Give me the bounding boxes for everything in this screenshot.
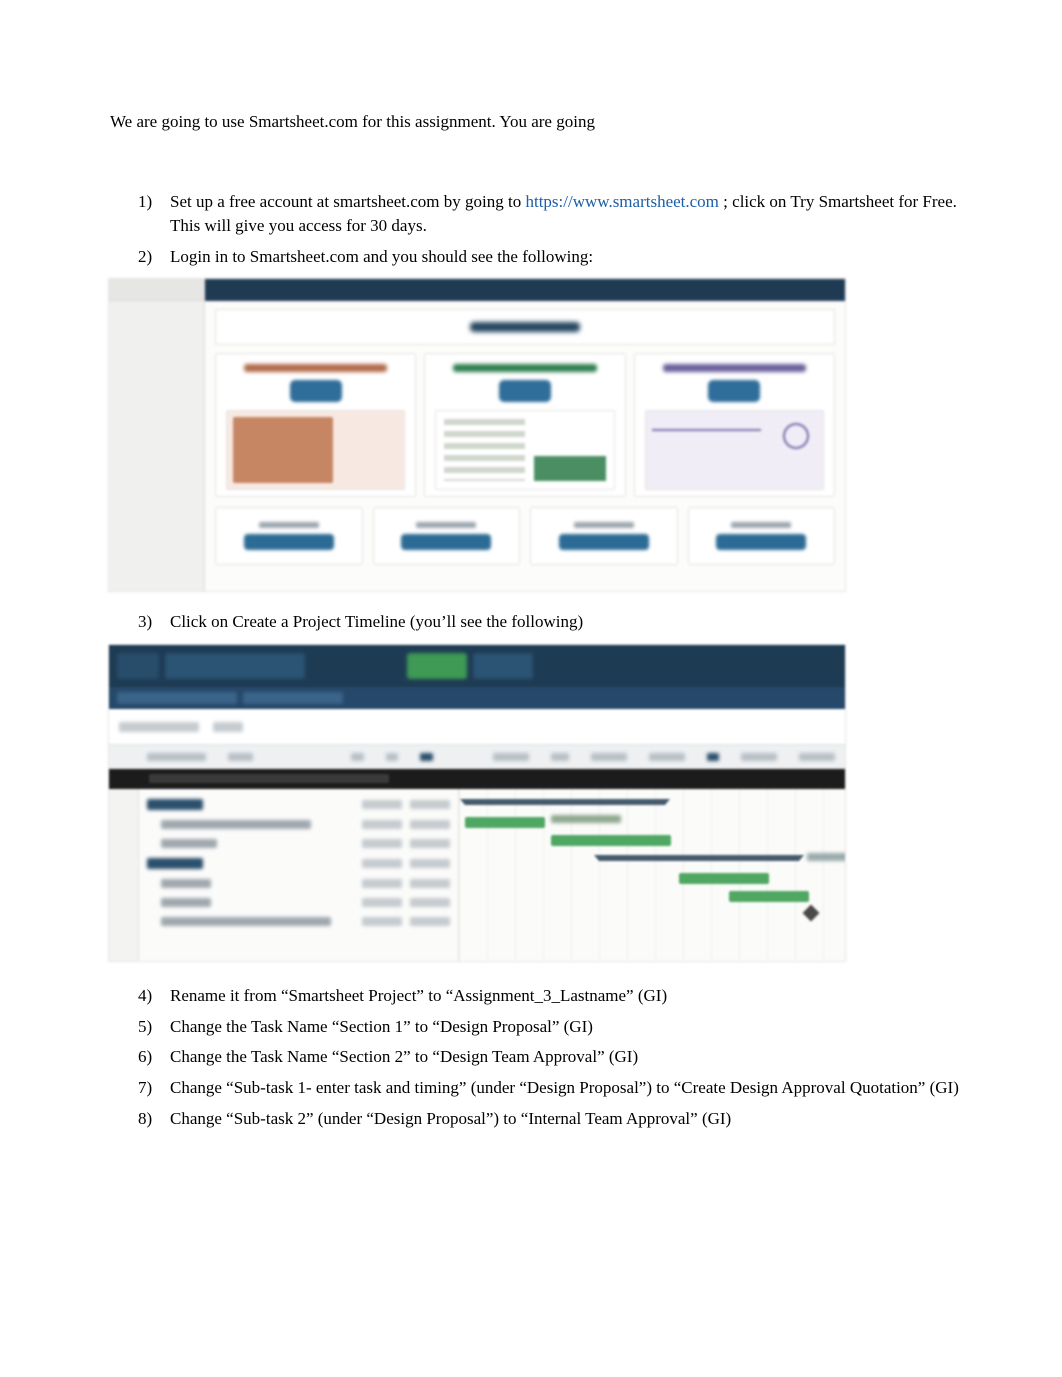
screenshot-sub-bar [109,687,845,709]
item-text: Change “Sub-task 1- enter task and timin… [170,1078,959,1097]
bottom-card [215,507,363,565]
screenshot-title-strip [109,769,845,789]
item-text: Change the Task Name “Section 1” to “Des… [170,1017,593,1036]
screenshot-smartsheet-home [108,278,846,592]
instruction-item-3: 3) Click on Create a Project Timeline (y… [144,610,962,635]
screenshot-tab-bar [109,645,845,687]
welcome-banner [215,309,835,345]
intro-paragraph: We are going to use Smartsheet.com for t… [110,110,962,135]
item-number: 7) [138,1076,152,1101]
instruction-item-7: 7) Change “Sub-task 1- enter task and ti… [144,1076,962,1101]
bottom-card [373,507,521,565]
screenshot-project-timeline [108,644,846,962]
item-number: 1) [138,190,152,215]
instruction-item-2: 2) Login in to Smartsheet.com and you sh… [144,245,962,270]
item-number: 4) [138,984,152,1009]
instruction-list: 1) Set up a free account at smartsheet.c… [110,190,962,270]
item-number: 8) [138,1107,152,1132]
bottom-card [530,507,678,565]
instruction-item-1: 1) Set up a free account at smartsheet.c… [144,190,962,239]
item-number: 2) [138,245,152,270]
screenshot-top-bar [205,279,845,301]
row-number-gutter [109,789,139,961]
bottom-card [688,507,836,565]
item-number: 3) [138,610,152,635]
smartsheet-link[interactable]: https://www.smartsheet.com [525,192,718,211]
template-card-3 [634,353,835,497]
screenshot-toolbar [109,709,845,745]
screenshot-column-header [109,745,845,769]
item-text: Change “Sub-task 2” (under “Design Propo… [170,1109,731,1128]
instruction-list-continued-2: 4) Rename it from “Smartsheet Project” t… [110,984,962,1131]
template-card-1 [215,353,416,497]
item-text: Rename it from “Smartsheet Project” to “… [170,986,667,1005]
item-text: Click on Create a Project Timeline (you’… [170,612,583,631]
instruction-list-continued: 3) Click on Create a Project Timeline (y… [110,610,962,635]
instruction-item-4: 4) Rename it from “Smartsheet Project” t… [144,984,962,1009]
template-card-2 [424,353,625,497]
item-number: 6) [138,1045,152,1070]
gantt-area [459,789,845,961]
item-text-pre: Set up a free account at smartsheet.com … [170,192,525,211]
item-text: Change the Task Name “Section 2” to “Des… [170,1047,638,1066]
item-number: 5) [138,1015,152,1040]
screenshot-left-sidebar [109,279,205,591]
item-text: Login in to Smartsheet.com and you shoul… [170,247,593,266]
sidebar-tab [109,279,204,301]
task-grid-left [139,789,459,961]
instruction-item-5: 5) Change the Task Name “Section 1” to “… [144,1015,962,1040]
instruction-item-6: 6) Change the Task Name “Section 2” to “… [144,1045,962,1070]
instruction-item-8: 8) Change “Sub-task 2” (under “Design Pr… [144,1107,962,1132]
